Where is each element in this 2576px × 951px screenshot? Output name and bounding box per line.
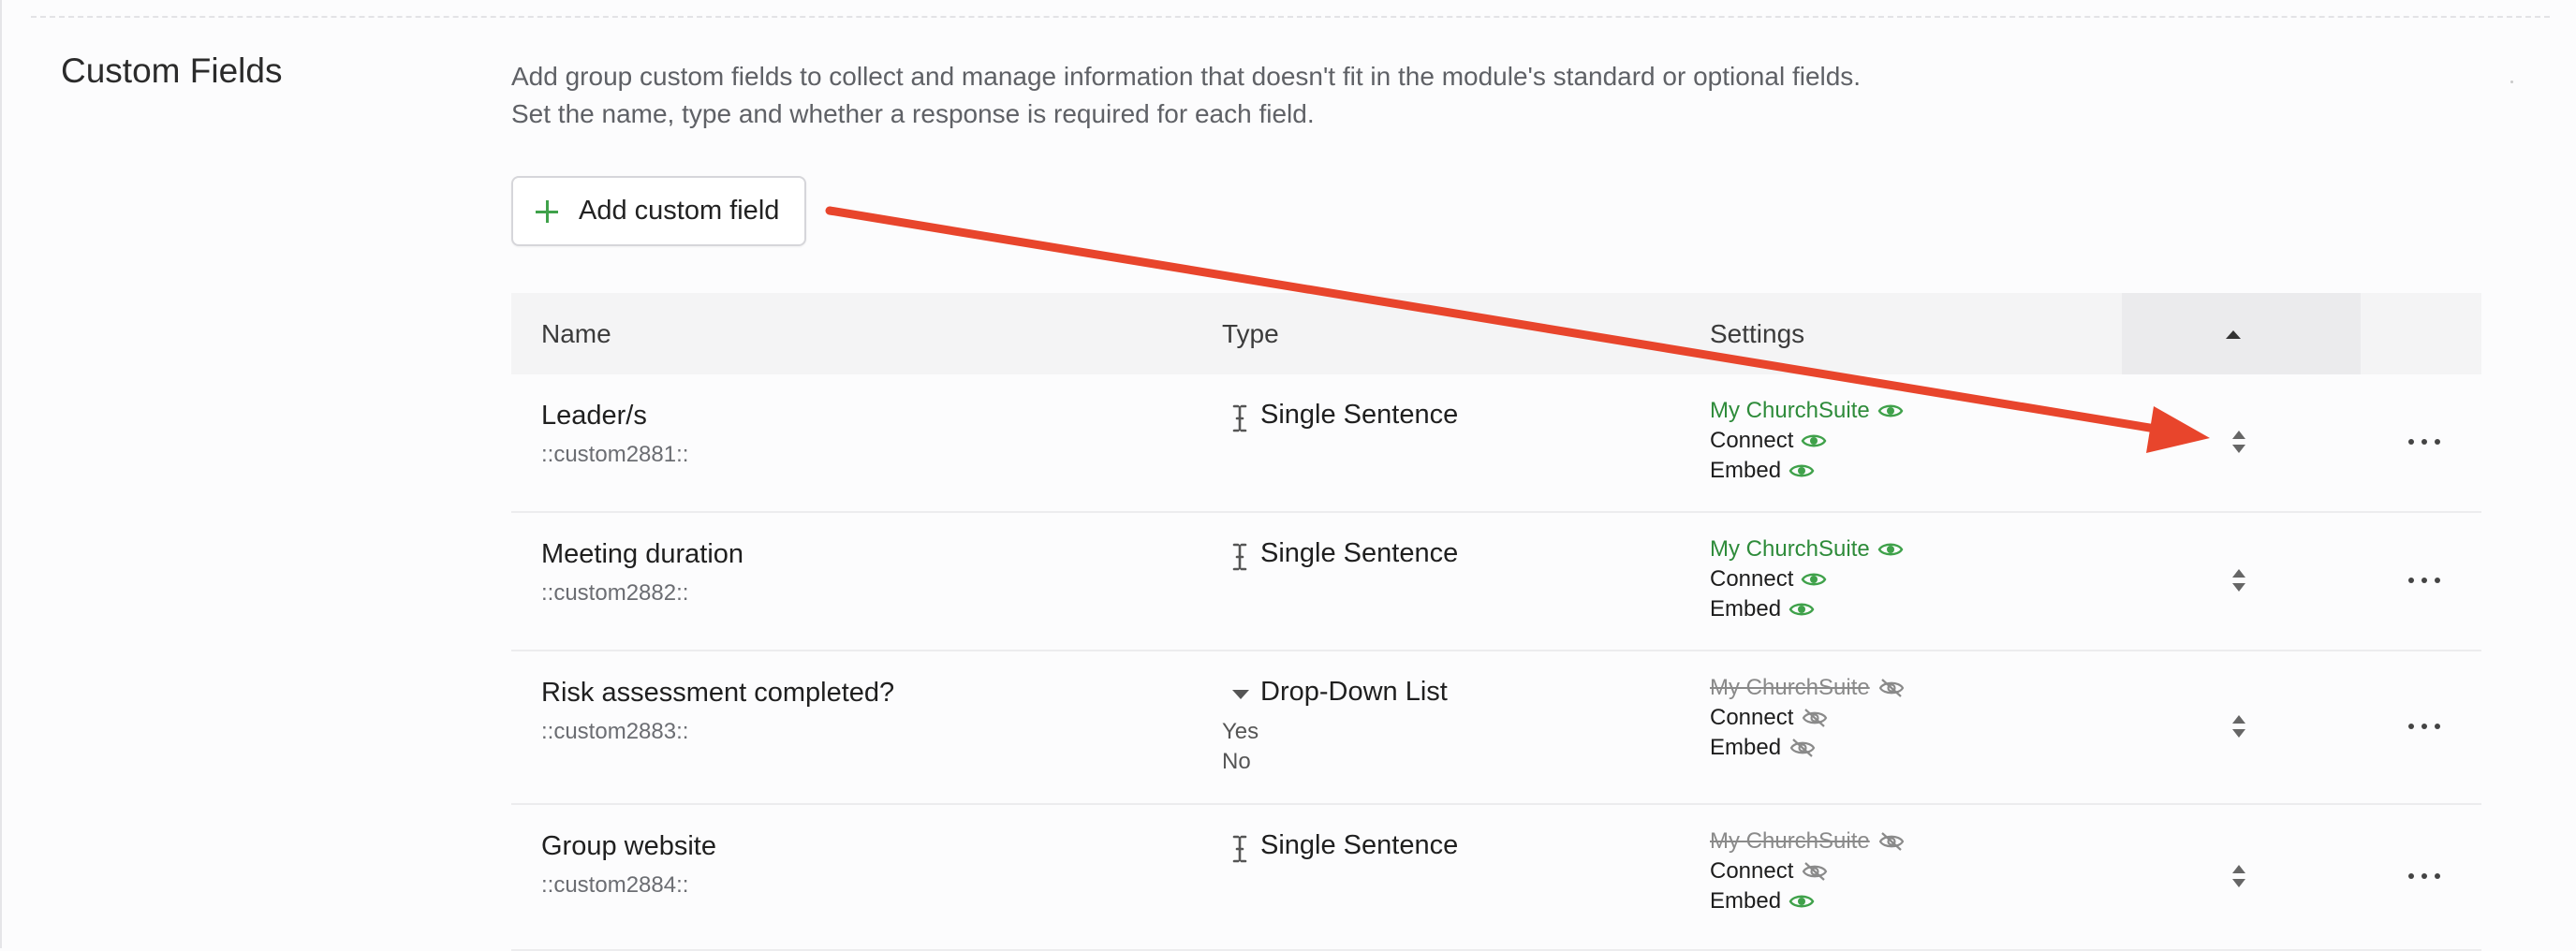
- eye-slash-icon: [1803, 862, 1828, 881]
- add-custom-field-button[interactable]: Add custom field: [511, 176, 806, 246]
- field-code: ::custom2882::: [541, 580, 689, 606]
- section-description: Add group custom fields to collect and m…: [511, 62, 1862, 128]
- more-options-icon[interactable]: [2408, 722, 2440, 731]
- text-cursor-icon: [1232, 404, 1247, 432]
- decorative-dot: [2510, 80, 2513, 83]
- setting-label: My ChurchSuite: [1710, 398, 1870, 423]
- column-header-name: Name: [541, 319, 611, 348]
- dropdown-option: No: [1222, 749, 1251, 774]
- eye-slash-icon: [1803, 709, 1828, 727]
- setting-my-churchsuite: My ChurchSuite: [1710, 827, 1906, 856]
- caret-down-icon: [1232, 690, 1249, 699]
- text-cursor-icon: [1232, 835, 1247, 863]
- eye-slash-icon: [1878, 679, 1905, 697]
- add-custom-field-label: Add custom field: [579, 196, 780, 226]
- field-type: Single Sentence: [1260, 538, 1459, 568]
- field-code: ::custom2883::: [541, 719, 689, 744]
- setting-label: Connect: [1710, 705, 1794, 730]
- setting-label: Connect: [1710, 858, 1794, 884]
- eye-icon: [1802, 573, 1827, 586]
- table-row: Meeting duration::custom2882:: Single Sen…: [511, 513, 2481, 651]
- table-row: Leader/s::custom2881:: Single Sentence My …: [511, 374, 2481, 513]
- eye-slash-icon: [1878, 832, 1905, 851]
- reorder-handle-icon[interactable]: [2231, 430, 2246, 454]
- table-row: Group website::custom2884:: Single Senten…: [511, 805, 2481, 951]
- eye-icon: [1877, 404, 1904, 417]
- reorder-handle-icon[interactable]: [2231, 568, 2246, 593]
- eye-icon: [1788, 464, 1815, 477]
- setting-label: Connect: [1710, 566, 1794, 592]
- setting-connect: Connect: [1710, 704, 1829, 732]
- reorder-handle-icon[interactable]: [2231, 714, 2246, 739]
- table-header: Name Type Settings: [511, 293, 2481, 374]
- field-name: Risk assessment completed?: [541, 678, 895, 708]
- eye-icon: [1802, 434, 1827, 447]
- field-name: Meeting duration: [541, 539, 744, 569]
- left-border: [0, 0, 2, 948]
- eye-icon: [1788, 603, 1815, 616]
- setting-connect: Connect: [1710, 857, 1829, 885]
- sort-caret-up-icon[interactable]: [2226, 330, 2241, 339]
- custom-fields-table: Name Type Settings Leader/s::custom2881:…: [511, 293, 2481, 951]
- field-type: Single Sentence: [1260, 400, 1459, 430]
- reorder-handle-icon[interactable]: [2231, 864, 2246, 888]
- setting-connect: Connect: [1710, 427, 1827, 455]
- sort-column-header[interactable]: [2122, 293, 2361, 374]
- table-row: Risk assessment completed?::custom2883::…: [511, 651, 2481, 805]
- setting-my-churchsuite: My ChurchSuite: [1710, 397, 1904, 425]
- setting-label: My ChurchSuite: [1710, 828, 1870, 854]
- eye-slash-icon: [1789, 739, 1816, 757]
- setting-label: Embed: [1710, 458, 1782, 483]
- setting-label: Connect: [1710, 428, 1794, 453]
- setting-label: Embed: [1710, 596, 1782, 622]
- setting-label: My ChurchSuite: [1710, 675, 1870, 700]
- field-name: Group website: [541, 831, 716, 861]
- eye-icon: [1788, 895, 1815, 908]
- field-type: Single Sentence: [1260, 830, 1459, 860]
- field-code: ::custom2881::: [541, 442, 689, 467]
- setting-label: Embed: [1710, 888, 1782, 914]
- setting-embed: Embed: [1710, 457, 1815, 485]
- text-cursor-icon: [1232, 543, 1247, 571]
- dropdown-option: Yes: [1222, 719, 1259, 744]
- column-header-settings: Settings: [1710, 319, 1805, 348]
- field-code: ::custom2884::: [541, 872, 689, 898]
- table-body: Leader/s::custom2881:: Single SentenceMy …: [511, 374, 2481, 951]
- field-name: Leader/s: [541, 401, 647, 431]
- setting-connect: Connect: [1710, 565, 1827, 593]
- setting-label: Embed: [1710, 735, 1782, 760]
- setting-my-churchsuite: My ChurchSuite: [1710, 535, 1904, 563]
- setting-embed: Embed: [1710, 734, 1817, 762]
- plus-icon: [536, 199, 558, 223]
- column-header-type: Type: [1222, 319, 1279, 348]
- field-type: Drop-Down List: [1260, 677, 1448, 707]
- setting-embed: Embed: [1710, 887, 1815, 915]
- more-options-icon[interactable]: [2408, 437, 2440, 446]
- setting-embed: Embed: [1710, 595, 1815, 623]
- more-options-icon[interactable]: [2408, 871, 2440, 881]
- setting-my-churchsuite: My ChurchSuite: [1710, 674, 1906, 702]
- more-options-icon[interactable]: [2408, 576, 2440, 585]
- eye-icon: [1877, 543, 1904, 556]
- setting-label: My ChurchSuite: [1710, 536, 1870, 562]
- section-divider: [31, 16, 2550, 18]
- section-title: Custom Fields: [61, 51, 283, 90]
